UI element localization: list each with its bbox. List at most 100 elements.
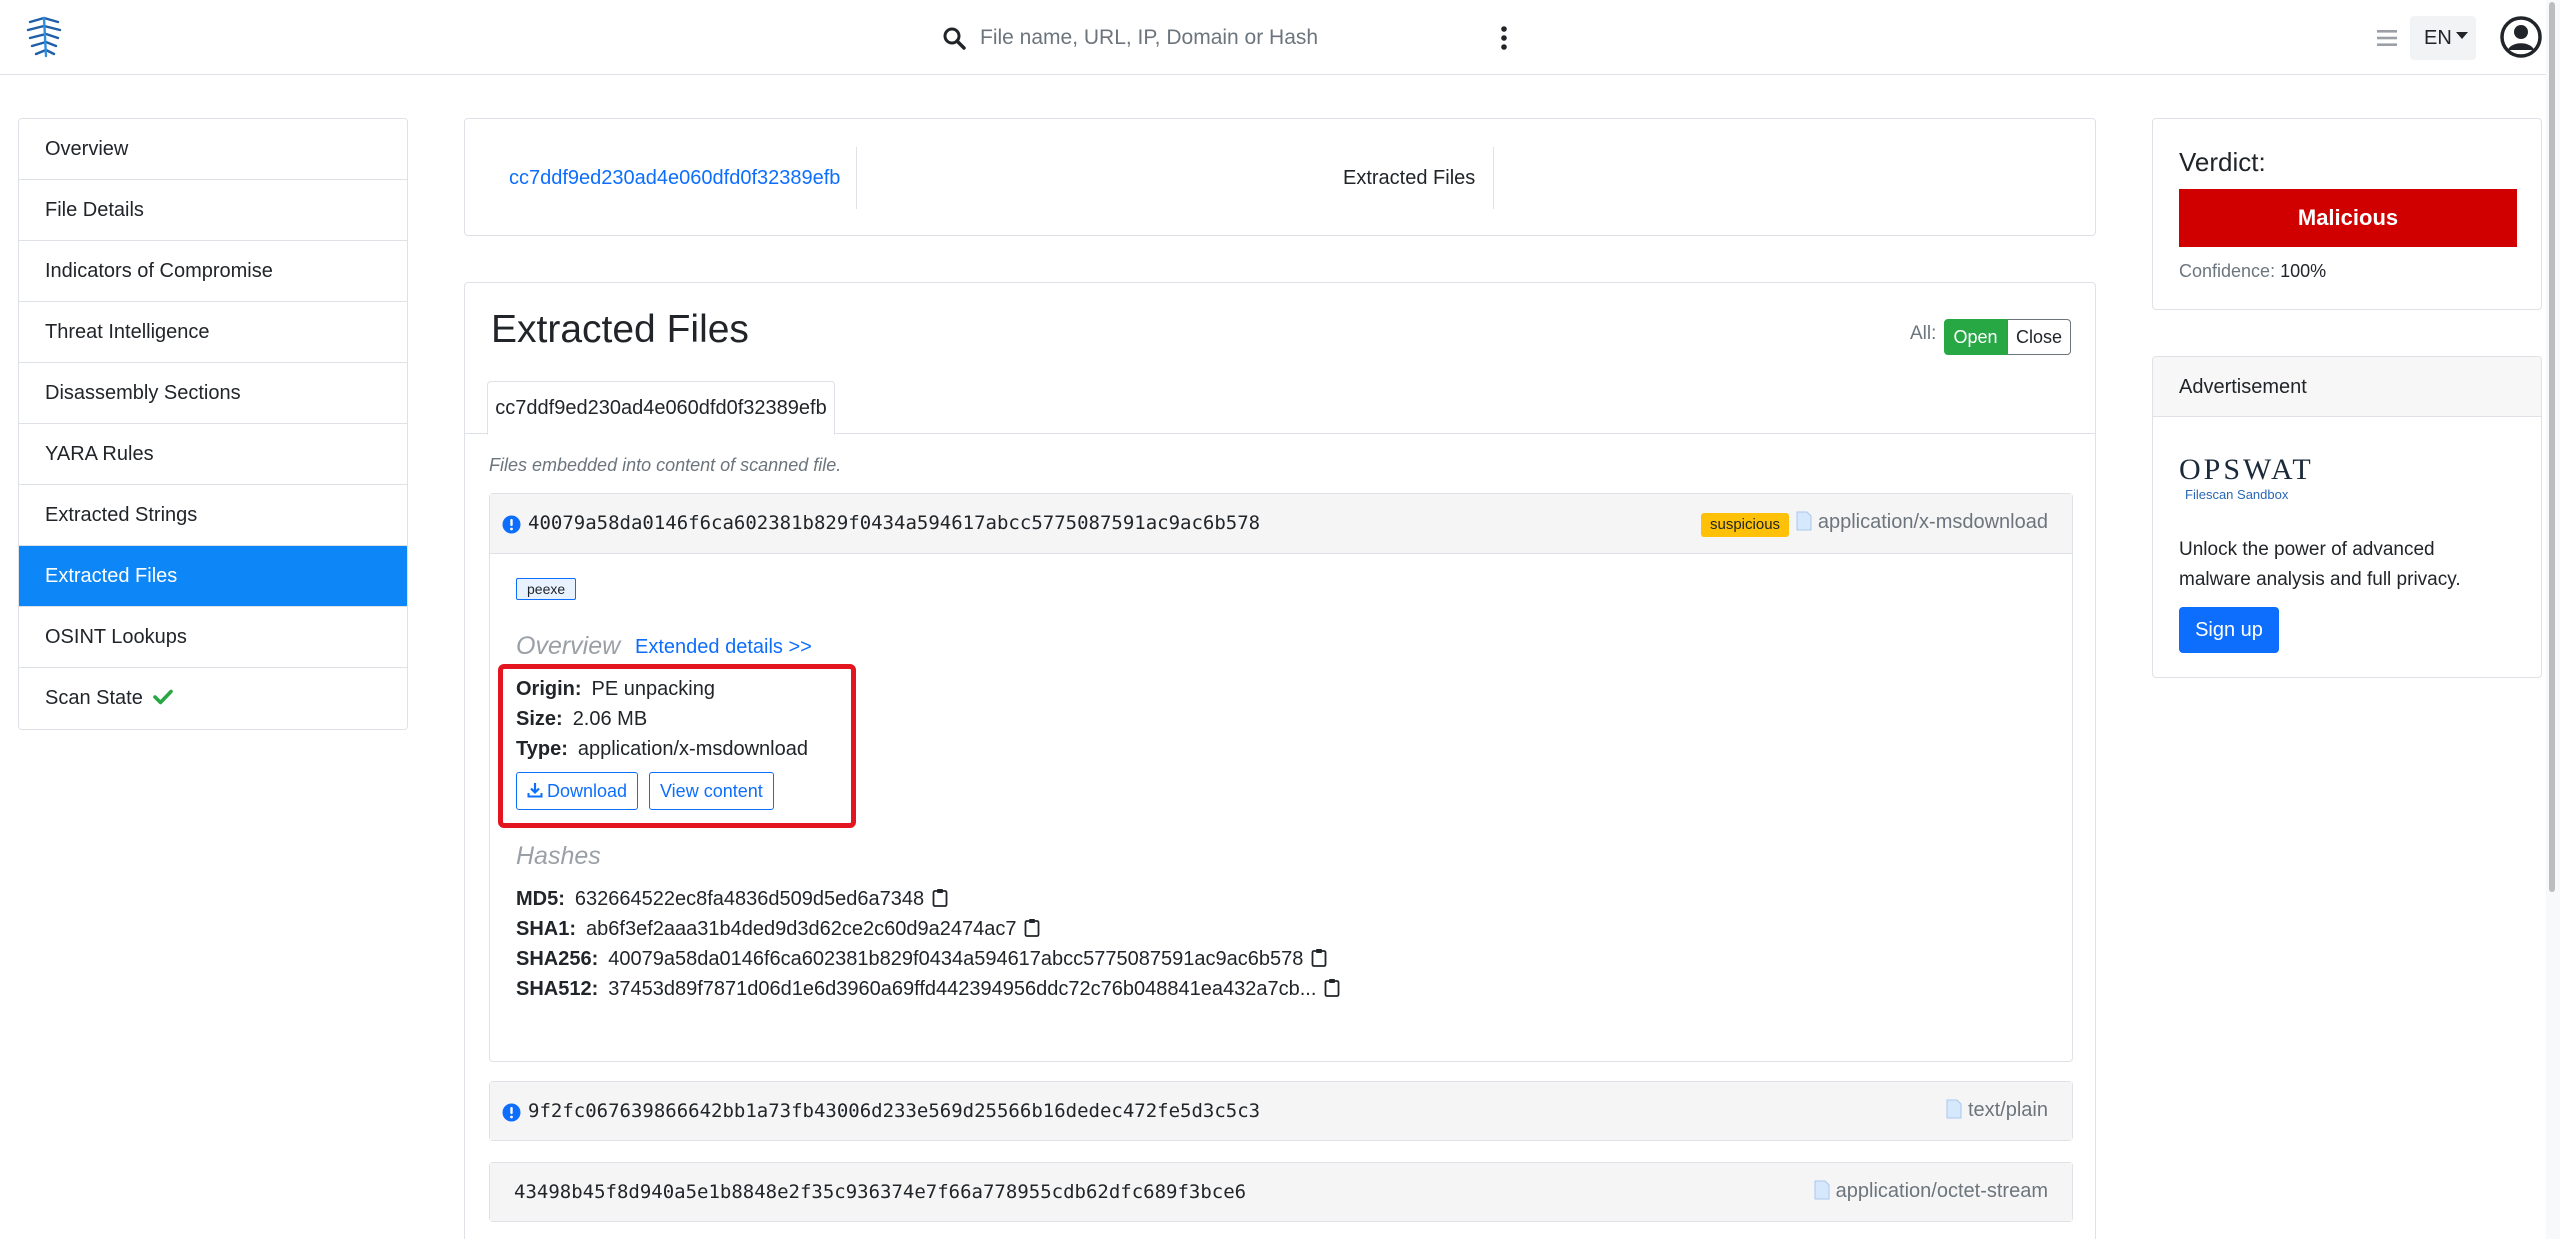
overview-section-title: Overview bbox=[516, 632, 621, 660]
sha1-row: SHA1: ab6f3ef2aaa31b4ded9d3d62ce2c60d9a24… bbox=[516, 918, 1040, 941]
sidebar-nav: Overview File Details Indicators of Comp… bbox=[18, 118, 408, 730]
sha512-row: SHA512: 37453d89f7871d06d1e6d3960a69ffd44… bbox=[516, 978, 1340, 1001]
extracted-file-panel: 43498b45f8d940a5e1b8848e2f35c936374e7f66… bbox=[489, 1162, 2073, 1222]
caret-down-icon bbox=[2455, 32, 2468, 40]
info-icon bbox=[502, 515, 521, 534]
copy-clipboard-icon[interactable] bbox=[932, 888, 948, 908]
size-value: 2.06 MB bbox=[572, 708, 648, 730]
file-mime-type: text/plain bbox=[1946, 1099, 2048, 1122]
extracted-files-card: Extracted Files All: Open Close cc7ddf9e… bbox=[464, 282, 2096, 1239]
file-panel-header[interactable]: 40079a58da0146f6ca602381b829f0434a594617… bbox=[490, 494, 2072, 554]
close-all-button[interactable]: Close bbox=[2007, 319, 2071, 355]
user-avatar-icon[interactable] bbox=[2500, 16, 2542, 58]
sidebar-item-threat-intelligence[interactable]: Threat Intelligence bbox=[19, 302, 407, 363]
sidebar-item-extracted-files[interactable]: Extracted Files bbox=[19, 546, 407, 607]
more-options-icon[interactable] bbox=[1494, 24, 1514, 52]
size-row: Size: 2.06 MB bbox=[516, 708, 647, 731]
sidebar-item-label: Overview bbox=[45, 138, 129, 160]
extracted-file-panel: 9f2fc067639866642bb1a73fb43006d233e569d2… bbox=[489, 1081, 2073, 1141]
file-mime-type: application/octet-stream bbox=[1814, 1180, 2048, 1203]
search-input[interactable] bbox=[980, 18, 1460, 58]
file-icon bbox=[1946, 1099, 1962, 1119]
advertisement-text: Unlock the power of advanced malware ana… bbox=[2179, 539, 2461, 590]
mime-label: text/plain bbox=[1967, 1099, 2048, 1121]
sidebar-item-label: Threat Intelligence bbox=[45, 321, 210, 343]
md5-value: 632664522ec8fa4836d509d5ed6a7348 bbox=[574, 888, 925, 910]
opswat-logo-subtitle: Filescan Sandbox bbox=[2185, 487, 2289, 502]
top-navbar: EN bbox=[0, 0, 2560, 75]
sha1-value: ab6f3ef2aaa31b4ded9d3d62ce2c60d9a2474ac7 bbox=[586, 918, 1017, 940]
open-all-button[interactable]: Open bbox=[1944, 319, 2007, 355]
file-hash: 40079a58da0146f6ca602381b829f0434a594617… bbox=[528, 512, 1261, 534]
advertisement-card: Advertisement OPSWAT Filescan Sandbox Un… bbox=[2152, 356, 2542, 678]
menu-icon[interactable] bbox=[2376, 27, 2398, 49]
breadcrumb-current-label: Extracted Files bbox=[1343, 167, 1476, 189]
breadcrumb-parent-link[interactable]: cc7ddf9ed230ad4e060dfd0f32389efb bbox=[509, 147, 858, 209]
page-scrollbar[interactable] bbox=[2546, 0, 2560, 1239]
type-row: Type: application/x-msdownload bbox=[516, 738, 808, 761]
origin-value: PE unpacking bbox=[591, 678, 715, 700]
sidebar-item-overview[interactable]: Overview bbox=[19, 119, 407, 180]
type-label: Type: bbox=[516, 738, 568, 760]
file-mime-type: application/x-msdownload bbox=[1796, 511, 2048, 534]
download-button[interactable]: Download bbox=[516, 772, 639, 810]
advertisement-header: Advertisement bbox=[2153, 357, 2541, 417]
size-label: Size: bbox=[516, 708, 563, 730]
filescan-logo-icon[interactable] bbox=[24, 14, 66, 60]
file-hash: 9f2fc067639866642bb1a73fb43006d233e569d2… bbox=[528, 1100, 1261, 1122]
info-icon bbox=[502, 1103, 521, 1122]
extended-details-link[interactable]: Extended details >> bbox=[635, 636, 812, 659]
sha256-row: SHA256: 40079a58da0146f6ca602381b829f0434… bbox=[516, 948, 1327, 971]
sha256-value: 40079a58da0146f6ca602381b829f0434a594617… bbox=[608, 948, 1304, 970]
sidebar-item-label: OSINT Lookups bbox=[45, 626, 187, 648]
view-content-button[interactable]: View content bbox=[649, 772, 774, 810]
language-label: EN bbox=[2424, 27, 2452, 49]
breadcrumb: cc7ddf9ed230ad4e060dfd0f32389efb Extract… bbox=[464, 118, 2096, 236]
copy-clipboard-icon[interactable] bbox=[1324, 978, 1340, 998]
sidebar-item-indicators-of-compromise[interactable]: Indicators of Compromise bbox=[19, 241, 407, 302]
file-icon bbox=[1814, 1180, 1830, 1200]
page-title: Extracted Files bbox=[491, 308, 749, 351]
mime-label: application/x-msdownload bbox=[1817, 511, 2048, 533]
search-icon[interactable] bbox=[942, 26, 966, 50]
confidence-row: Confidence: 100% bbox=[2179, 261, 2326, 282]
tab-file-hash[interactable]: cc7ddf9ed230ad4e060dfd0f32389efb bbox=[487, 381, 835, 435]
mime-label: application/octet-stream bbox=[1835, 1180, 2048, 1202]
verdict-label: Verdict: bbox=[2179, 147, 2266, 177]
sidebar-item-label: Extracted Strings bbox=[45, 504, 198, 526]
origin-label: Origin: bbox=[516, 678, 582, 700]
download-label: Download bbox=[547, 781, 628, 801]
copy-clipboard-icon[interactable] bbox=[1024, 918, 1040, 938]
sidebar-item-osint-lookups[interactable]: OSINT Lookups bbox=[19, 607, 407, 668]
language-dropdown[interactable]: EN bbox=[2410, 16, 2476, 60]
opswat-logo[interactable]: OPSWAT bbox=[2179, 453, 2314, 487]
sha512-value: 37453d89f7871d06d1e6d3960a69ffd442394956… bbox=[608, 978, 1317, 1000]
file-panel-body: peexe Overview Extended details >> Origi… bbox=[490, 554, 2072, 1061]
sidebar-item-label: File Details bbox=[45, 199, 144, 221]
sha512-label: SHA512: bbox=[516, 978, 599, 1000]
suspicious-badge: suspicious bbox=[1701, 513, 1790, 537]
embed-description: Files embedded into content of scanned f… bbox=[489, 455, 842, 475]
sidebar-item-file-details[interactable]: File Details bbox=[19, 180, 407, 241]
copy-clipboard-icon[interactable] bbox=[1311, 948, 1327, 968]
confidence-value: 100% bbox=[2280, 261, 2327, 281]
verdict-card: Verdict: Malicious Confidence: 100% bbox=[2152, 118, 2542, 310]
file-panel-header[interactable]: 9f2fc067639866642bb1a73fb43006d233e569d2… bbox=[490, 1082, 2072, 1140]
sidebar-item-label: Scan State bbox=[45, 687, 143, 709]
type-value: application/x-msdownload bbox=[577, 738, 808, 760]
sign-up-button[interactable]: Sign up bbox=[2179, 607, 2279, 653]
file-panel-header[interactable]: 43498b45f8d940a5e1b8848e2f35c936374e7f66… bbox=[490, 1163, 2072, 1221]
scrollbar-thumb[interactable] bbox=[2549, 2, 2555, 892]
sidebar-item-yara-rules[interactable]: YARA Rules bbox=[19, 424, 407, 485]
sidebar-item-label: Extracted Files bbox=[45, 565, 178, 587]
verdict-status-badge: Malicious bbox=[2179, 189, 2517, 247]
download-icon bbox=[527, 783, 543, 798]
extracted-file-panel: 40079a58da0146f6ca602381b829f0434a594617… bbox=[489, 493, 2073, 1062]
hashes-section-title: Hashes bbox=[516, 842, 601, 870]
sidebar-item-disassembly-sections[interactable]: Disassembly Sections bbox=[19, 363, 407, 424]
sidebar-item-scan-state[interactable]: Scan State bbox=[19, 668, 407, 729]
sidebar-item-extracted-strings[interactable]: Extracted Strings bbox=[19, 485, 407, 546]
file-tag: peexe bbox=[516, 578, 577, 600]
sidebar-item-label: YARA Rules bbox=[45, 443, 154, 465]
file-hash: 43498b45f8d940a5e1b8848e2f35c936374e7f66… bbox=[514, 1181, 1247, 1203]
